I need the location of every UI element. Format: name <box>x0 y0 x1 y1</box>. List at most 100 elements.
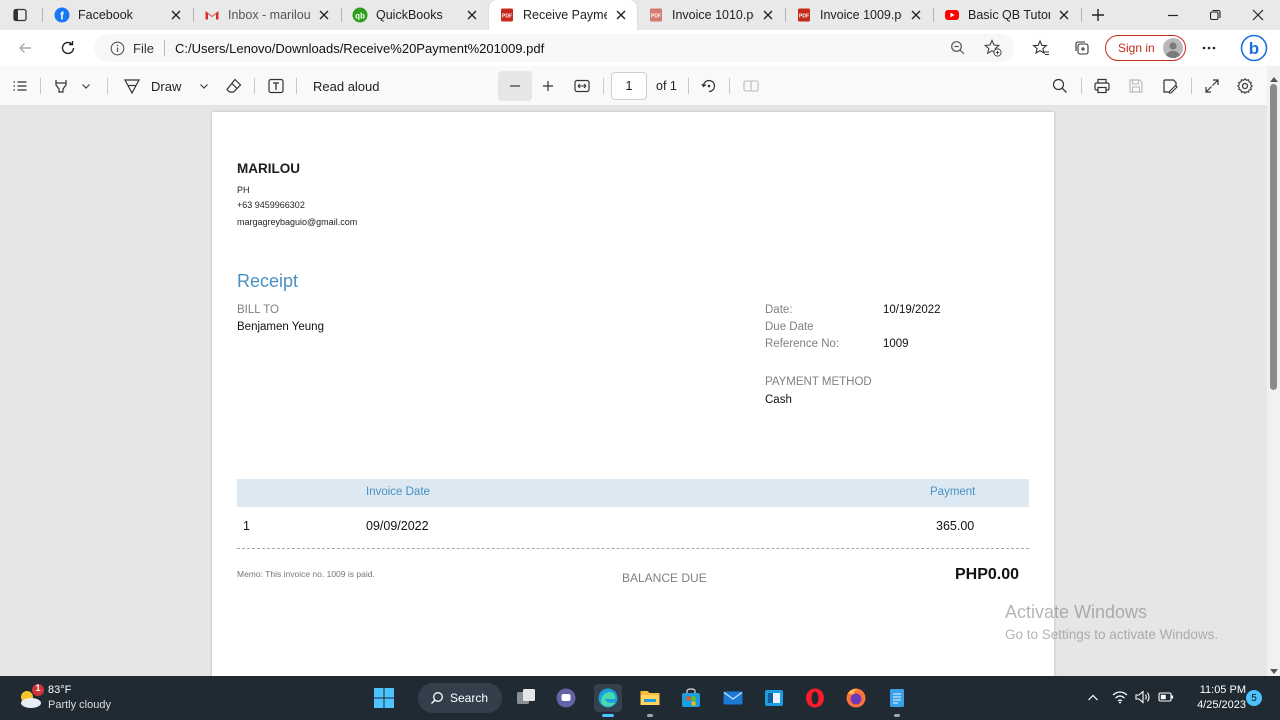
close-tab-icon[interactable] <box>464 7 480 23</box>
pdf-icon: PDF <box>648 7 664 23</box>
restore-icon[interactable] <box>1207 7 1223 23</box>
page-view-icon[interactable] <box>742 66 760 106</box>
rotate-icon[interactable] <box>700 66 718 106</box>
draw-label: Draw <box>151 78 182 94</box>
page-number: 1 <box>625 79 633 93</box>
company-name: MARILOU <box>237 161 300 176</box>
column-invoice-date: Invoice Date <box>366 486 430 498</box>
teams-chat-icon[interactable] <box>552 684 580 712</box>
highlight-icon[interactable] <box>52 66 70 106</box>
task-view-icon[interactable] <box>512 684 540 712</box>
clock-date[interactable]: 4/25/2023 <box>1186 699 1246 711</box>
bing-copilot-icon[interactable]: b <box>1240 34 1268 62</box>
chevron-down-icon[interactable] <box>81 66 91 106</box>
close-tab-icon[interactable] <box>613 7 629 23</box>
notepad-icon[interactable] <box>883 684 911 717</box>
zoom-in-button[interactable] <box>541 66 555 106</box>
close-tab-icon[interactable] <box>316 7 332 23</box>
collections-icon[interactable] <box>1073 39 1091 57</box>
weather-icon[interactable]: 1 <box>16 683 44 712</box>
tab-title: Basic QB Tutorial <box>968 8 1050 22</box>
print-icon[interactable] <box>1093 66 1111 106</box>
taskbar-search-button[interactable]: Search <box>418 683 502 713</box>
new-tab-icon[interactable] <box>1090 7 1106 23</box>
save-as-icon[interactable] <box>1161 66 1179 106</box>
scrollbar-thumb[interactable] <box>1270 84 1277 390</box>
back-icon[interactable] <box>17 40 33 56</box>
pdf-page: MARILOU PH +63 9459966302 margagreybagui… <box>212 112 1054 676</box>
clock-time[interactable]: 11:05 PM <box>1186 684 1246 696</box>
file-explorer-icon[interactable] <box>636 684 664 717</box>
opera-browser-icon[interactable] <box>801 684 829 712</box>
mail-icon[interactable] <box>719 684 747 712</box>
refresh-icon[interactable] <box>59 39 77 57</box>
minimize-icon[interactable] <box>1165 7 1181 23</box>
tab-actions-icon[interactable] <box>12 7 28 23</box>
svg-text:f: f <box>60 11 64 23</box>
tab-receive-payment[interactable]: PDF Receive Payment <box>489 0 637 30</box>
svg-text:b: b <box>1249 39 1259 58</box>
company-phone: +63 9459966302 <box>237 200 305 210</box>
svg-text:PDF: PDF <box>502 14 512 20</box>
avatar <box>1163 38 1183 58</box>
tab-invoice-1009[interactable]: PDF Invoice 1009.pdf <box>786 0 932 30</box>
tab-invoice-1010[interactable]: PDF Invoice 1010.pdf <box>638 0 784 30</box>
close-window-icon[interactable] <box>1250 7 1266 23</box>
close-tab-icon[interactable] <box>1056 7 1072 23</box>
sign-in-button[interactable]: Sign in <box>1105 35 1186 61</box>
tab-title: Facebook <box>78 8 133 22</box>
text-box-icon[interactable] <box>267 66 285 106</box>
close-tab-icon[interactable] <box>168 7 184 23</box>
firefox-browser-icon[interactable] <box>842 684 870 712</box>
pdf-viewer[interactable]: MARILOU PH +63 9459966302 margagreybagui… <box>0 106 1280 676</box>
payment-method-value: Cash <box>765 394 792 406</box>
microsoft-store-icon[interactable] <box>677 684 705 712</box>
draw-button[interactable]: Draw <box>123 66 181 106</box>
youtube-icon <box>944 7 960 23</box>
reference-label: Reference No: <box>765 338 840 350</box>
chevron-up-icon[interactable] <box>1087 692 1099 706</box>
contents-icon[interactable] <box>12 66 28 106</box>
more-options-icon[interactable] <box>1201 40 1217 56</box>
notification-count-badge[interactable]: 5 <box>1246 690 1262 706</box>
volume-icon[interactable] <box>1135 690 1151 707</box>
settings-gear-icon[interactable] <box>1236 66 1254 106</box>
vertical-scrollbar[interactable] <box>1267 66 1280 676</box>
doc-title: Receipt <box>237 271 299 291</box>
tab-title: Receive Payment <box>523 8 607 22</box>
page-number-input[interactable]: 1 <box>611 72 647 100</box>
url-text[interactable]: C:/Users/Lenovo/Downloads/Receive%20Paym… <box>175 41 544 56</box>
favorite-add-icon[interactable] <box>984 39 1002 57</box>
weather-temp: 83°F <box>48 684 72 696</box>
zoom-out-button[interactable] <box>498 71 532 101</box>
edge-browser-icon[interactable] <box>594 684 622 717</box>
fit-width-icon[interactable] <box>573 66 591 106</box>
tab-quickbooks[interactable]: qb QuickBooks <box>342 0 488 30</box>
battery-icon[interactable] <box>1158 691 1174 706</box>
close-tab-icon[interactable] <box>760 7 776 23</box>
address-input[interactable]: File C:/Users/Lenovo/Downloads/Receive%2… <box>94 34 1014 62</box>
close-tab-icon[interactable] <box>908 7 924 23</box>
balance-due-value: PHP0.00 <box>955 566 1020 583</box>
info-icon[interactable] <box>110 41 125 56</box>
favorites-icon[interactable] <box>1032 39 1050 57</box>
find-icon[interactable] <box>1051 66 1069 106</box>
start-button-windows-icon[interactable] <box>370 684 398 712</box>
fullscreen-icon[interactable] <box>1203 66 1221 106</box>
tab-youtube[interactable]: Basic QB Tutorial <box>934 0 1080 30</box>
activate-windows-title: Activate Windows <box>1005 602 1148 622</box>
page-total: of 1 <box>656 79 677 93</box>
chevron-down-icon[interactable] <box>199 66 209 106</box>
gmail-icon <box>204 7 220 23</box>
read-aloud-button[interactable]: Read aloud <box>313 66 380 106</box>
tab-facebook[interactable]: f Facebook <box>44 0 192 30</box>
zoom-icon[interactable] <box>950 40 966 56</box>
scroll-up-icon[interactable] <box>1270 71 1278 85</box>
media-app-icon[interactable] <box>760 684 788 712</box>
eraser-icon[interactable] <box>225 66 243 106</box>
save-icon[interactable] <box>1127 66 1145 106</box>
tab-gmail[interactable]: Inbox - marilouca <box>194 0 340 30</box>
tab-title: Invoice 1009.pdf <box>820 8 902 22</box>
wifi-icon[interactable] <box>1112 690 1128 707</box>
date-label: Date: <box>765 304 793 316</box>
